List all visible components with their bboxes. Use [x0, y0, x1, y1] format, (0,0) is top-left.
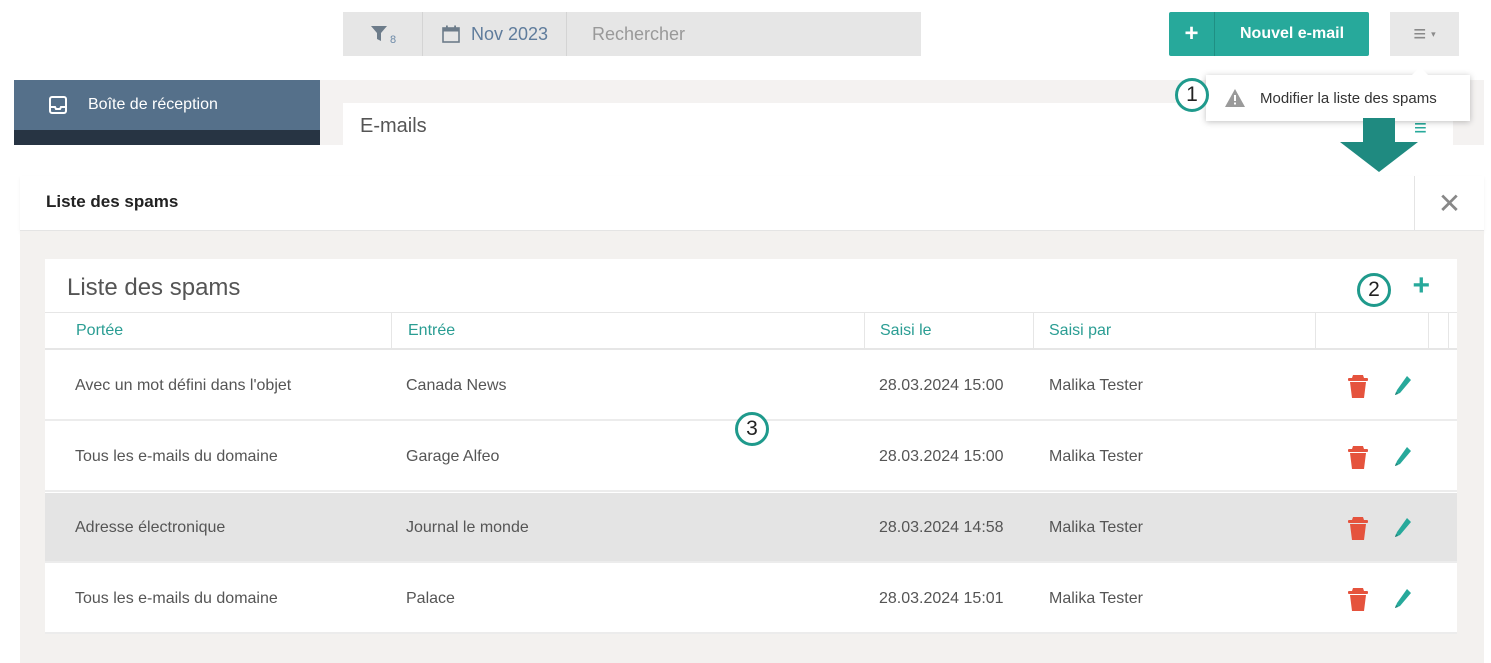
- cell-entree: Journal le monde: [406, 519, 529, 536]
- pencil-icon[interactable]: [1392, 564, 1414, 634]
- cell-entree: Garage Alfeo: [406, 448, 500, 465]
- spam-list-card: Liste des spams + Portée Entrée Saisi le…: [45, 259, 1457, 634]
- new-mail-button[interactable]: + Nouvel e-mail: [1169, 12, 1369, 56]
- cell-portee: Tous les e-mails du domaine: [75, 590, 278, 607]
- table-header: Portée Entrée Saisi le Saisi par: [45, 312, 1457, 350]
- cell-saisi-le: 28.03.2024 14:58: [879, 519, 1004, 536]
- close-icon[interactable]: ✕: [1414, 176, 1484, 230]
- cell-saisi-par: Malika Tester: [1049, 448, 1143, 465]
- arrow-down-icon: [1340, 118, 1418, 172]
- sidebar-item-inbox[interactable]: Boîte de réception: [14, 80, 320, 130]
- chevron-down-icon: ▾: [1431, 28, 1436, 39]
- trash-icon[interactable]: [1347, 422, 1369, 492]
- table-row[interactable]: Tous les e-mails du domaine Palace 28.03.2…: [45, 564, 1457, 634]
- search-input[interactable]: [567, 12, 921, 56]
- callout-1: 1: [1175, 78, 1209, 112]
- calendar-icon: [442, 25, 460, 43]
- sidebar: Boîte de réception: [14, 80, 320, 145]
- trash-icon[interactable]: [1347, 564, 1369, 634]
- cell-saisi-par: Malika Tester: [1049, 519, 1143, 536]
- filter-button[interactable]: 8: [343, 12, 423, 56]
- cell-saisi-par: Malika Tester: [1049, 377, 1143, 394]
- edit-spam-list-label: Modifier la liste des spams: [1260, 89, 1437, 107]
- cell-portee: Adresse électronique: [75, 519, 226, 536]
- cell-portee: Avec un mot défini dans l'objet: [75, 377, 292, 394]
- menu-button[interactable]: ≡ ▾: [1390, 12, 1459, 56]
- column-header-saisi-par[interactable]: Saisi par: [1034, 313, 1316, 349]
- column-header-portee[interactable]: Portée: [45, 313, 392, 349]
- warning-icon: [1225, 89, 1245, 107]
- cell-entree: Palace: [406, 590, 455, 607]
- column-header-entree[interactable]: Entrée: [392, 313, 865, 349]
- modal-header: Liste des spams ✕: [20, 176, 1484, 231]
- edit-spam-list-menu-item[interactable]: Modifier la liste des spams: [1206, 67, 1470, 121]
- cell-entree: Canada News: [406, 377, 507, 394]
- cell-saisi-le: 28.03.2024 15:00: [879, 377, 1004, 394]
- add-entry-button[interactable]: +: [1412, 271, 1430, 301]
- column-header-actions: [1316, 313, 1429, 349]
- column-header-spacer: [1429, 313, 1449, 349]
- sidebar-item-label: Boîte de réception: [88, 96, 218, 113]
- trash-icon[interactable]: [1347, 493, 1369, 563]
- cell-saisi-le: 28.03.2024 15:01: [879, 590, 1004, 607]
- filter-icon: [370, 26, 387, 41]
- hamburger-menu-icon: ≡: [1413, 21, 1427, 46]
- pencil-icon[interactable]: [1392, 351, 1414, 421]
- modal-title: Liste des spams: [46, 192, 179, 211]
- pencil-icon[interactable]: [1392, 493, 1414, 563]
- cell-portee: Tous les e-mails du domaine: [75, 448, 278, 465]
- table-row[interactable]: Avec un mot défini dans l'objet Canada Ne…: [45, 351, 1457, 421]
- filter-count: 8: [389, 34, 397, 46]
- inbox-icon: [49, 96, 67, 114]
- plus-icon: +: [1169, 12, 1215, 56]
- cell-saisi-le: 28.03.2024 15:00: [879, 448, 1004, 465]
- callout-2: 2: [1357, 273, 1391, 307]
- date-picker[interactable]: Nov 2023: [423, 12, 567, 56]
- top-toolbar: 8 Nov 2023: [343, 12, 921, 56]
- trash-icon[interactable]: [1347, 351, 1369, 421]
- pencil-icon[interactable]: [1392, 422, 1414, 492]
- callout-3: 3: [735, 412, 769, 446]
- cell-saisi-par: Malika Tester: [1049, 590, 1143, 607]
- new-mail-label: Nouvel e-mail: [1239, 25, 1345, 42]
- table-row[interactable]: Adresse électronique Journal le monde 28.0…: [45, 493, 1457, 563]
- date-label: Nov 2023: [470, 23, 549, 44]
- column-header-saisi-le[interactable]: Saisi le: [865, 313, 1034, 349]
- spam-list-title: Liste des spams: [67, 274, 241, 301]
